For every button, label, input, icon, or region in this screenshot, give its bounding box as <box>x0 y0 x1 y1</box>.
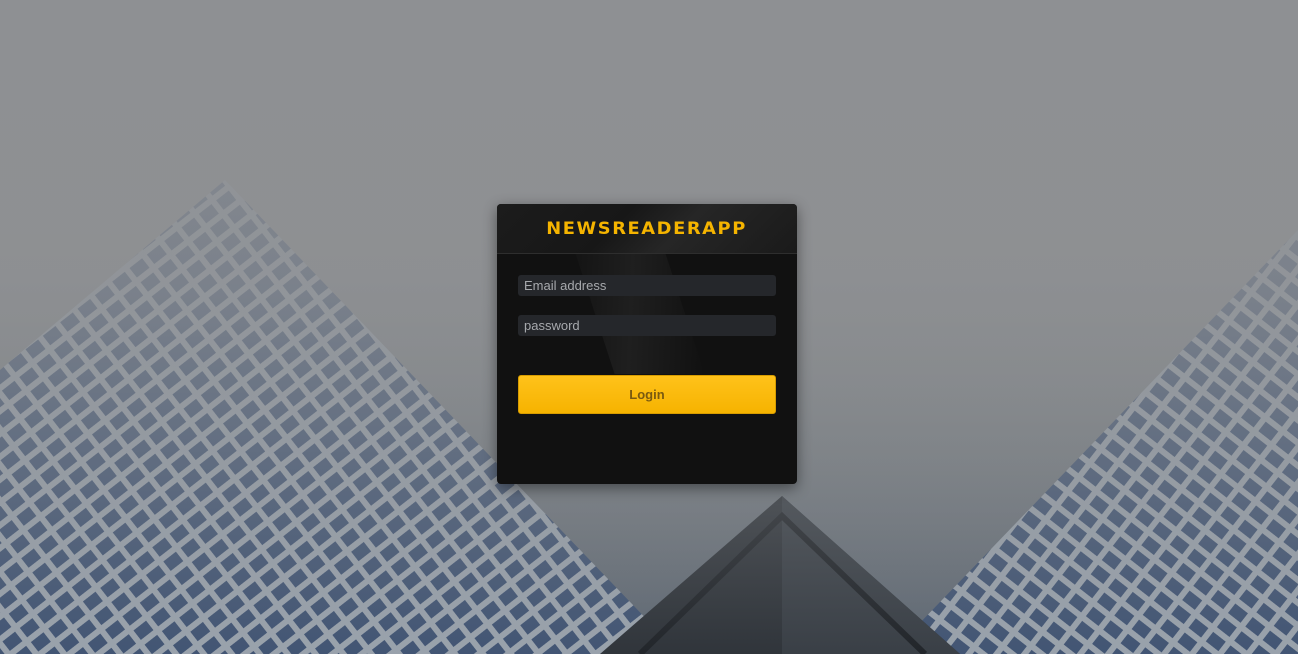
password-input[interactable] <box>518 315 776 336</box>
login-card: NEWSREADERAPP Login <box>497 204 797 484</box>
email-input[interactable] <box>518 275 776 296</box>
card-header: NEWSREADERAPP <box>497 204 797 254</box>
login-button[interactable]: Login <box>518 375 776 414</box>
app-logo-text: NEWSREADERAPP <box>546 218 748 239</box>
